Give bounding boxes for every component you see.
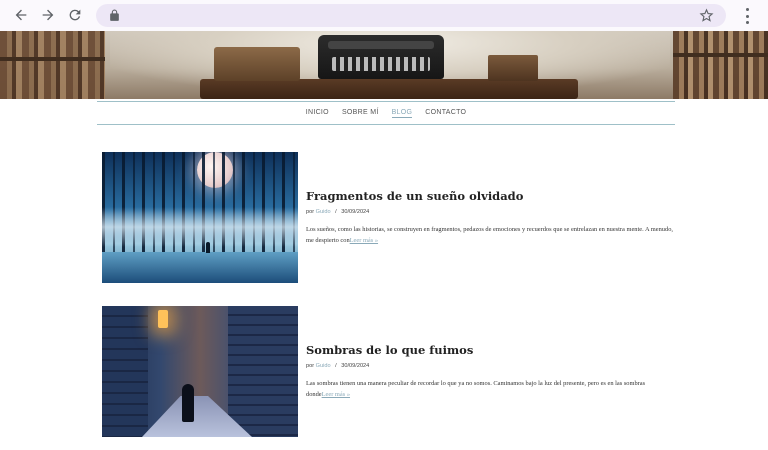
post-excerpt: Las sombras tienen una manera peculiar d… <box>306 378 674 400</box>
nav-item-blog[interactable]: BLOG <box>391 109 413 118</box>
nav-item-sobre-mi[interactable]: SOBRE MÍ <box>342 109 379 117</box>
nav-item-contacto[interactable]: CONTACTO <box>425 109 466 117</box>
reload-button[interactable] <box>65 5 85 25</box>
excerpt-text: Las sombras tienen una manera peculiar d… <box>306 380 646 398</box>
post-thumbnail[interactable] <box>102 306 298 437</box>
desk <box>200 79 578 99</box>
post-meta: por Guido / 30/09/2024 <box>306 363 369 369</box>
author-prefix: por <box>306 363 315 369</box>
box <box>214 47 300 81</box>
header-banner <box>0 31 768 99</box>
browser-toolbar <box>0 0 768 31</box>
post-title[interactable]: Fragmentos de un sueño olvidado <box>306 189 674 203</box>
post-meta: por Guido / 30/09/2024 <box>306 209 369 215</box>
post-body: Fragmentos de un sueño olvidado por Guid… <box>306 152 674 283</box>
author-link[interactable]: Guido <box>316 209 331 215</box>
forward-button[interactable] <box>38 5 58 25</box>
meta-separator: / <box>335 209 337 215</box>
arrow-left-icon <box>15 9 27 21</box>
read-more-link[interactable]: Leer más » <box>350 237 378 244</box>
typewriter <box>318 35 444 79</box>
arrow-right-icon <box>42 9 54 21</box>
post-date: 30/09/2024 <box>341 209 370 215</box>
address-bar[interactable] <box>96 4 726 27</box>
post-title[interactable]: Sombras de lo que fuimos <box>306 343 674 357</box>
post-body: Sombras de lo que fuimos por Guido / 30/… <box>306 306 674 437</box>
meta-separator: / <box>335 363 337 369</box>
author-link[interactable]: Guido <box>316 363 331 369</box>
blog-post: Sombras de lo que fuimos por Guido / 30/… <box>102 306 674 437</box>
post-excerpt: Los sueños, como las historias, se const… <box>306 224 674 246</box>
author-prefix: por <box>306 209 315 215</box>
back-button[interactable] <box>11 5 31 25</box>
reload-icon <box>69 9 81 21</box>
book <box>488 55 538 81</box>
post-thumbnail[interactable] <box>102 152 298 283</box>
post-date: 30/09/2024 <box>341 363 370 369</box>
lock-icon <box>110 9 119 21</box>
blog-post: Fragmentos de un sueño olvidado por Guid… <box>102 152 674 283</box>
read-more-link[interactable]: Leer más » <box>322 391 350 398</box>
main-nav: INICIO SOBRE MÍ BLOG CONTACTO <box>97 101 675 125</box>
kebab-menu-icon[interactable] <box>739 6 755 26</box>
bookshelf-left <box>0 31 105 99</box>
nav-item-inicio[interactable]: INICIO <box>306 109 329 117</box>
bookshelf-right <box>673 31 768 99</box>
star-icon[interactable] <box>699 8 714 23</box>
